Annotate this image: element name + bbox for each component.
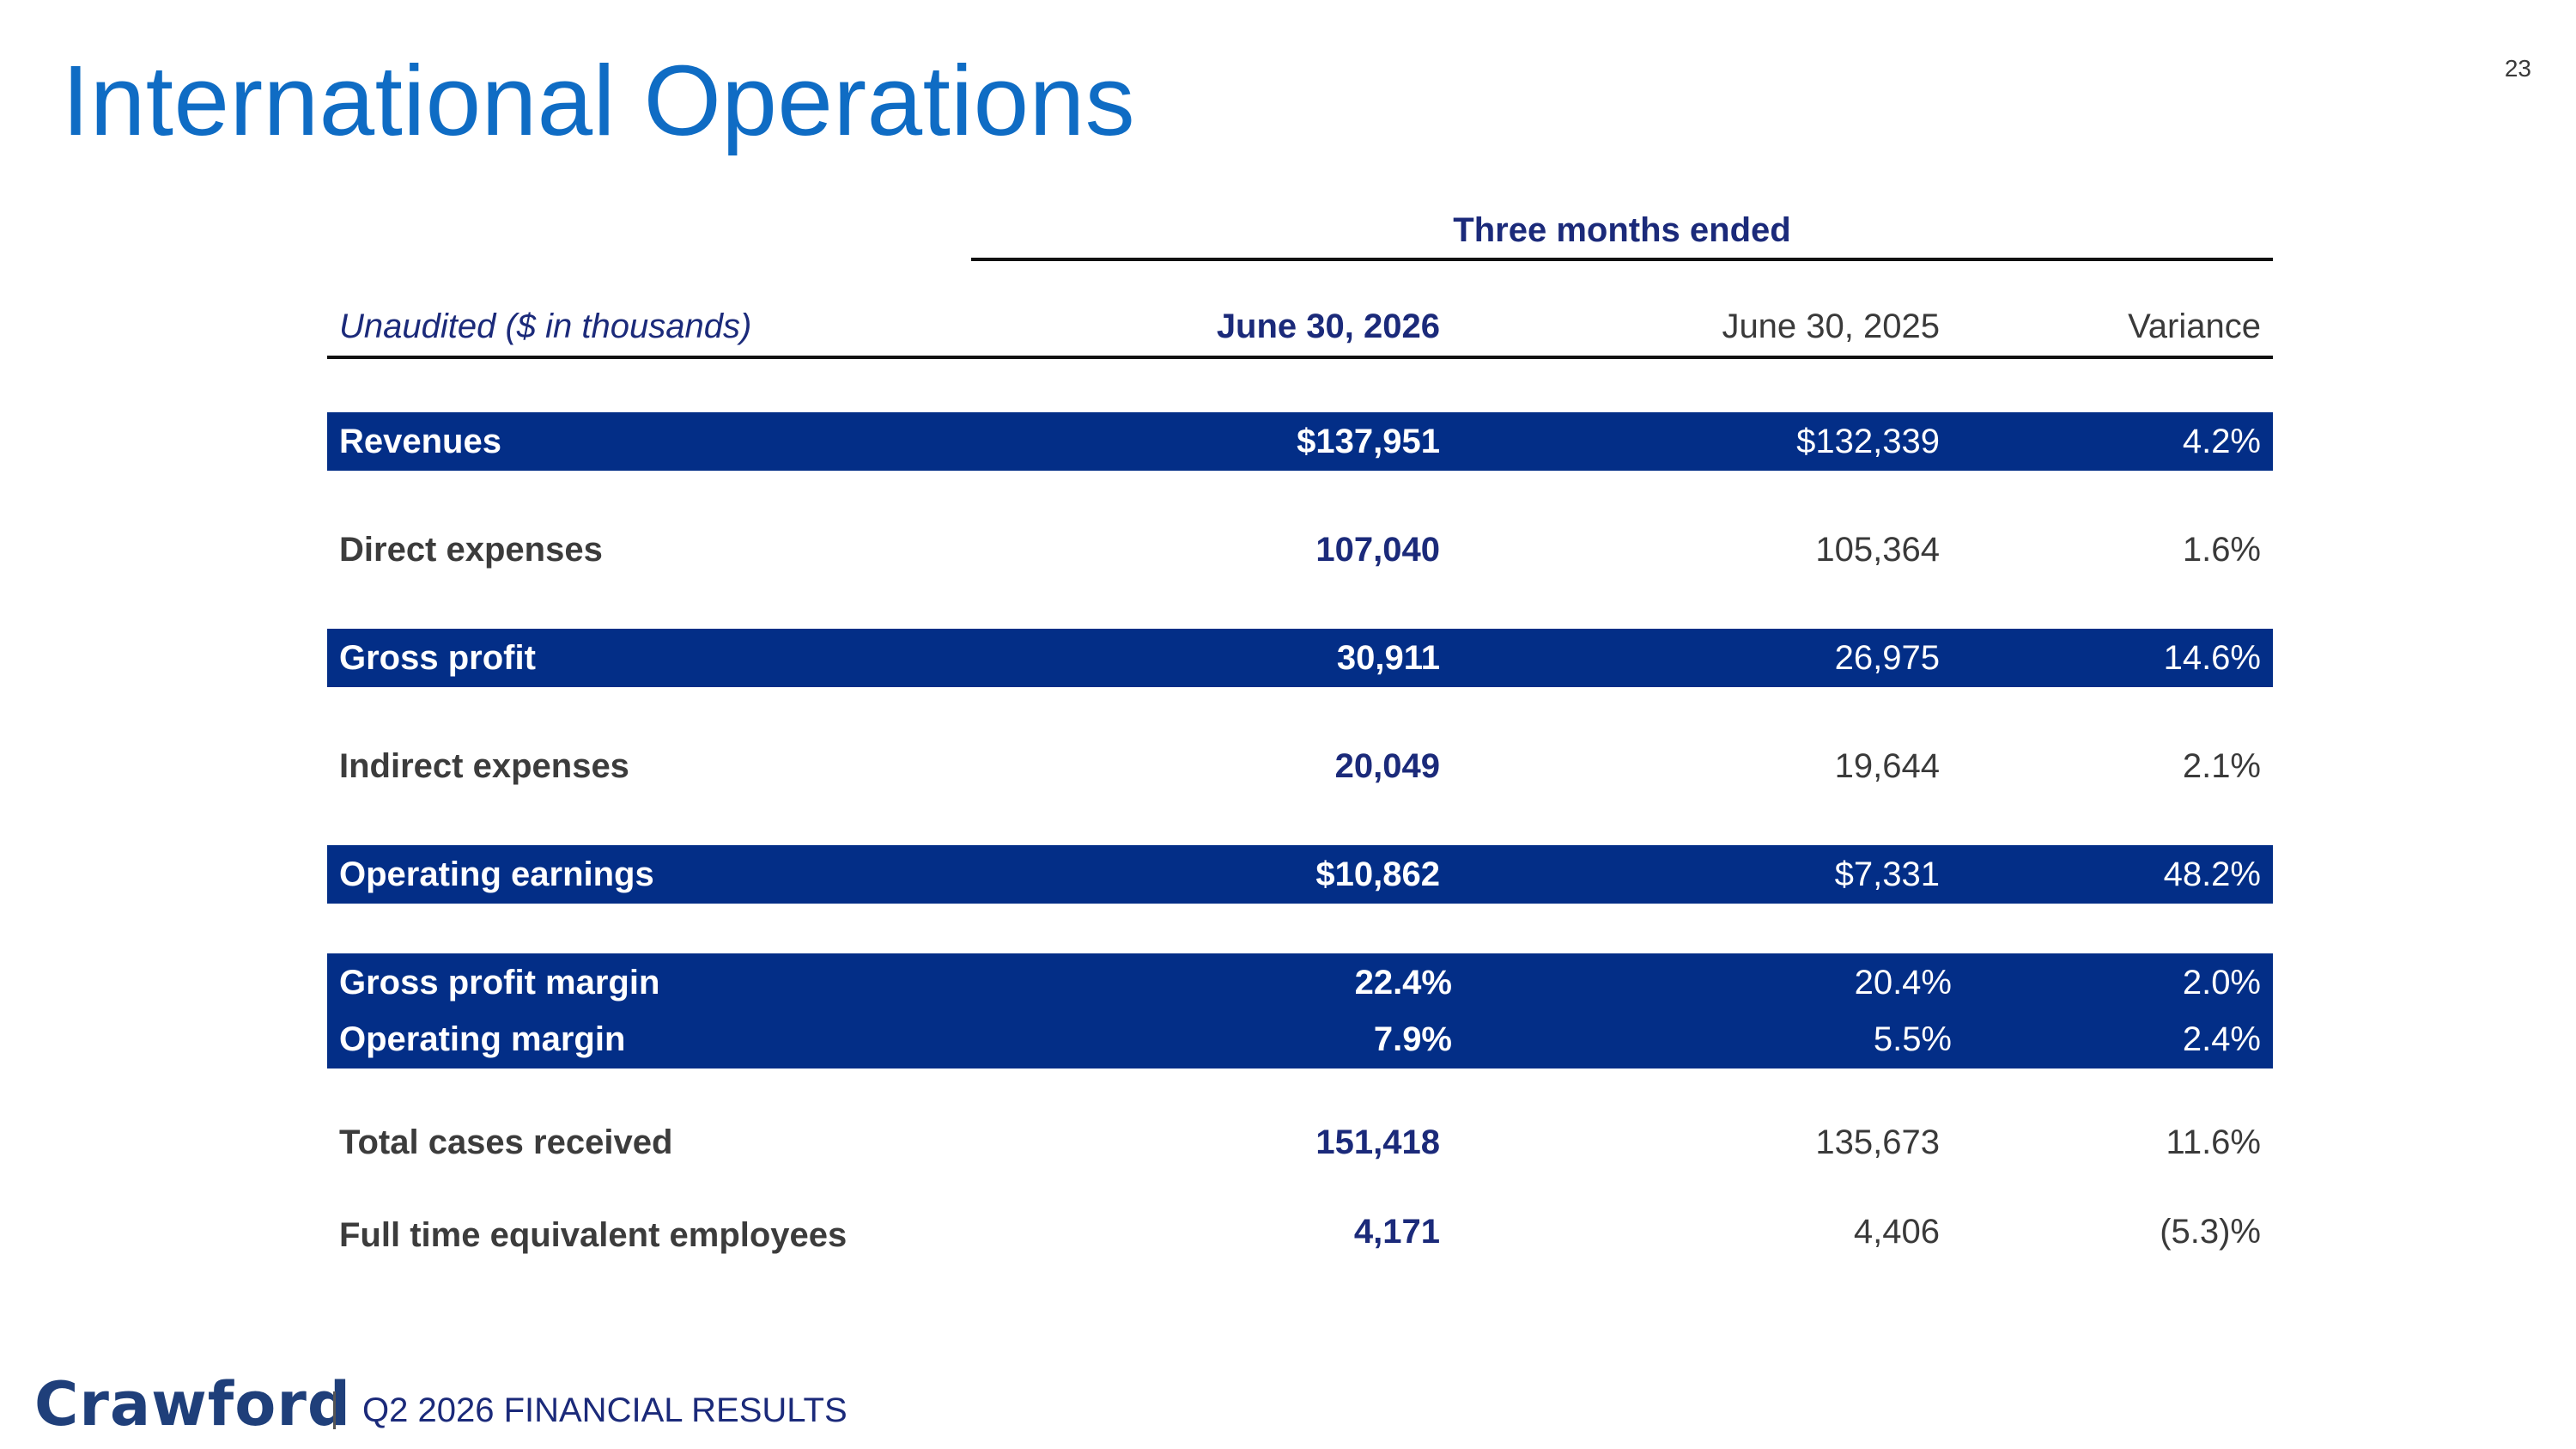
row-prior-value: 5.5% xyxy=(1873,1020,1952,1058)
row-prior-value: $132,339 xyxy=(1796,423,1940,460)
row-label: Operating earnings xyxy=(339,855,654,893)
table-row-direct-expenses: Direct expenses 107,040 105,364 1.6% xyxy=(327,521,2273,579)
row-variance: (5.3)% xyxy=(2160,1213,2261,1251)
table-row-revenues: Revenues $137,951 $132,339 4.2% xyxy=(327,412,2273,471)
table-row-fte-employees: Full time equivalent employees 4,171 4,4… xyxy=(327,1202,2273,1261)
row-current-value: 4,171 xyxy=(1353,1213,1440,1251)
row-variance: 11.6% xyxy=(2166,1123,2261,1161)
table-row-gross-profit: Gross profit 30,911 26,975 14.6% xyxy=(327,629,2273,687)
row-variance: 2.4% xyxy=(2182,1020,2261,1058)
column-header-variance: Variance xyxy=(2128,307,2261,345)
row-prior-value: 26,975 xyxy=(1834,639,1940,677)
footer-text: Q2 2026 FINANCIAL RESULTS xyxy=(362,1391,848,1429)
column-header-current: June 30, 2026 xyxy=(1216,307,1440,345)
row-label: Indirect expenses xyxy=(339,747,629,785)
table-row-gross-profit-margin: Gross profit margin 22.4% 20.4% 2.0% xyxy=(327,953,2273,1012)
row-prior-value: 20.4% xyxy=(1854,964,1952,1002)
row-label: Operating margin xyxy=(339,1020,626,1058)
section-header: Three months ended xyxy=(971,199,2273,261)
row-variance: 48.2% xyxy=(2163,855,2261,893)
row-variance: 4.2% xyxy=(2182,423,2261,460)
row-current-value: 20,049 xyxy=(1334,747,1440,785)
row-variance: 2.0% xyxy=(2182,964,2261,1002)
row-prior-value: 4,406 xyxy=(1853,1213,1940,1251)
row-current-value: 30,911 xyxy=(1336,639,1440,677)
row-prior-value: 135,673 xyxy=(1815,1123,1940,1161)
page-number: 23 xyxy=(2504,55,2531,82)
row-current-value: 7.9% xyxy=(1373,1020,1452,1058)
row-label: Direct expenses xyxy=(339,531,603,569)
row-prior-value: 105,364 xyxy=(1815,531,1940,569)
row-variance: 1.6% xyxy=(2182,531,2261,569)
row-label: Gross profit xyxy=(339,639,536,677)
table-row-operating-earnings: Operating earnings $10,862 $7,331 48.2% xyxy=(327,845,2273,904)
column-header-prior: June 30, 2025 xyxy=(1722,307,1940,345)
page-title: International Operations xyxy=(62,45,1136,156)
margins-band: Gross profit margin 22.4% 20.4% 2.0% Ope… xyxy=(327,953,2273,1068)
row-variance: 14.6% xyxy=(2163,639,2261,677)
row-prior-value: $7,331 xyxy=(1834,855,1940,893)
row-label: Gross profit margin xyxy=(339,964,660,1002)
footer-divider xyxy=(333,1391,336,1429)
row-label: Full time equivalent employees xyxy=(339,1216,848,1254)
row-current-value: $137,951 xyxy=(1297,423,1440,460)
row-current-value: 151,418 xyxy=(1315,1123,1440,1161)
table-row-total-cases-received: Total cases received 151,418 135,673 11.… xyxy=(327,1113,2273,1172)
table-row-indirect-expenses: Indirect expenses 20,049 19,644 2.1% xyxy=(327,737,2273,795)
row-label: Revenues xyxy=(339,423,501,460)
table-row-operating-margin: Operating margin 7.9% 5.5% 2.4% xyxy=(327,1010,2273,1068)
row-prior-value: 19,644 xyxy=(1834,747,1940,785)
crawford-logo: Crawford xyxy=(34,1369,351,1440)
column-header-label: Unaudited ($ in thousands) xyxy=(339,307,752,345)
row-label: Total cases received xyxy=(339,1123,673,1161)
column-header-row: Unaudited ($ in thousands) June 30, 2026… xyxy=(327,301,2273,359)
row-current-value: $10,862 xyxy=(1315,855,1440,893)
row-current-value: 107,040 xyxy=(1315,531,1440,569)
row-current-value: 22.4% xyxy=(1354,964,1452,1002)
row-variance: 2.1% xyxy=(2182,747,2261,785)
